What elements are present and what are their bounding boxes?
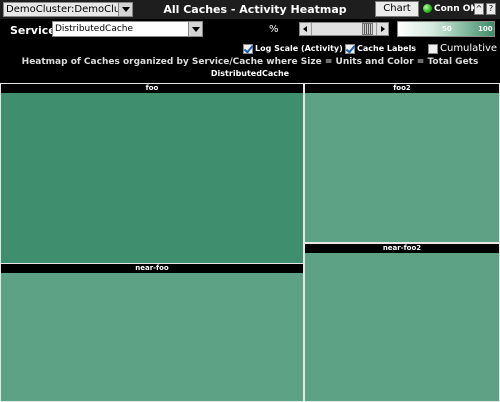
cache-label: near-foo2 <box>305 244 499 253</box>
log-scale-label: Log Scale (Activity) <box>255 44 343 53</box>
cluster-select-value: DemoCluster:DemoCluster <box>6 4 118 15</box>
cache-labels-option[interactable]: Cache Labels <box>345 43 416 55</box>
service-select-value: DistributedCache <box>55 24 134 34</box>
cache-cell-fill <box>1 273 303 401</box>
heatmap: DistributedCache foo foo2 near-foo near-… <box>0 67 500 402</box>
log-scale-checkbox[interactable] <box>243 44 253 54</box>
threshold-slider[interactable] <box>299 22 389 36</box>
cumulative-option[interactable]: Cumulative <box>428 43 497 55</box>
cluster-select[interactable]: DemoCluster:DemoCluster <box>3 2 133 17</box>
chart-button[interactable]: Chart <box>375 1 419 17</box>
log-scale-option[interactable]: Log Scale (Activity) <box>243 43 343 55</box>
help-button[interactable]: ? <box>486 3 496 15</box>
cache-label: foo <box>1 84 303 93</box>
arrow-right-icon[interactable] <box>381 26 385 32</box>
cache-cell-near-foo[interactable]: near-foo <box>0 263 304 402</box>
cache-labels-checkbox[interactable] <box>345 44 355 54</box>
pin-button[interactable]: ^ <box>474 3 484 15</box>
service-select[interactable]: DistributedCache <box>52 21 203 37</box>
top-bar: DemoCluster:DemoCluster All Caches - Act… <box>0 0 500 19</box>
connection-status-label: Conn OK <box>434 4 478 14</box>
cache-cell-fill <box>305 253 499 401</box>
chevron-down-icon[interactable] <box>118 3 132 16</box>
cache-label: near-foo <box>1 264 303 273</box>
chevron-down-icon[interactable] <box>188 22 202 36</box>
legend-tick: 100 <box>478 25 493 33</box>
color-legend: 50 100 <box>397 21 495 37</box>
connection-status-icon <box>423 4 432 13</box>
slider-thumb[interactable] <box>362 23 373 35</box>
cache-cell-foo[interactable]: foo <box>0 83 304 279</box>
percent-label: % <box>269 24 279 35</box>
cumulative-checkbox[interactable] <box>428 44 438 54</box>
cache-label: foo2 <box>305 84 499 93</box>
page-title: All Caches - Activity Heatmap <box>163 3 347 16</box>
service-group-label: DistributedCache <box>0 67 500 83</box>
cache-labels-label: Cache Labels <box>357 44 417 53</box>
cache-cell-fill <box>1 93 303 278</box>
heatmap-window: DemoCluster:DemoCluster All Caches - Act… <box>0 0 500 402</box>
cache-cell-fill <box>305 93 499 242</box>
cache-cell-foo2[interactable]: foo2 <box>304 83 500 243</box>
legend-tick: 50 <box>442 25 452 33</box>
cumulative-label: Cumulative <box>440 43 498 54</box>
arrow-left-icon[interactable] <box>303 26 307 32</box>
cache-cell-near-foo2[interactable]: near-foo2 <box>304 243 500 402</box>
